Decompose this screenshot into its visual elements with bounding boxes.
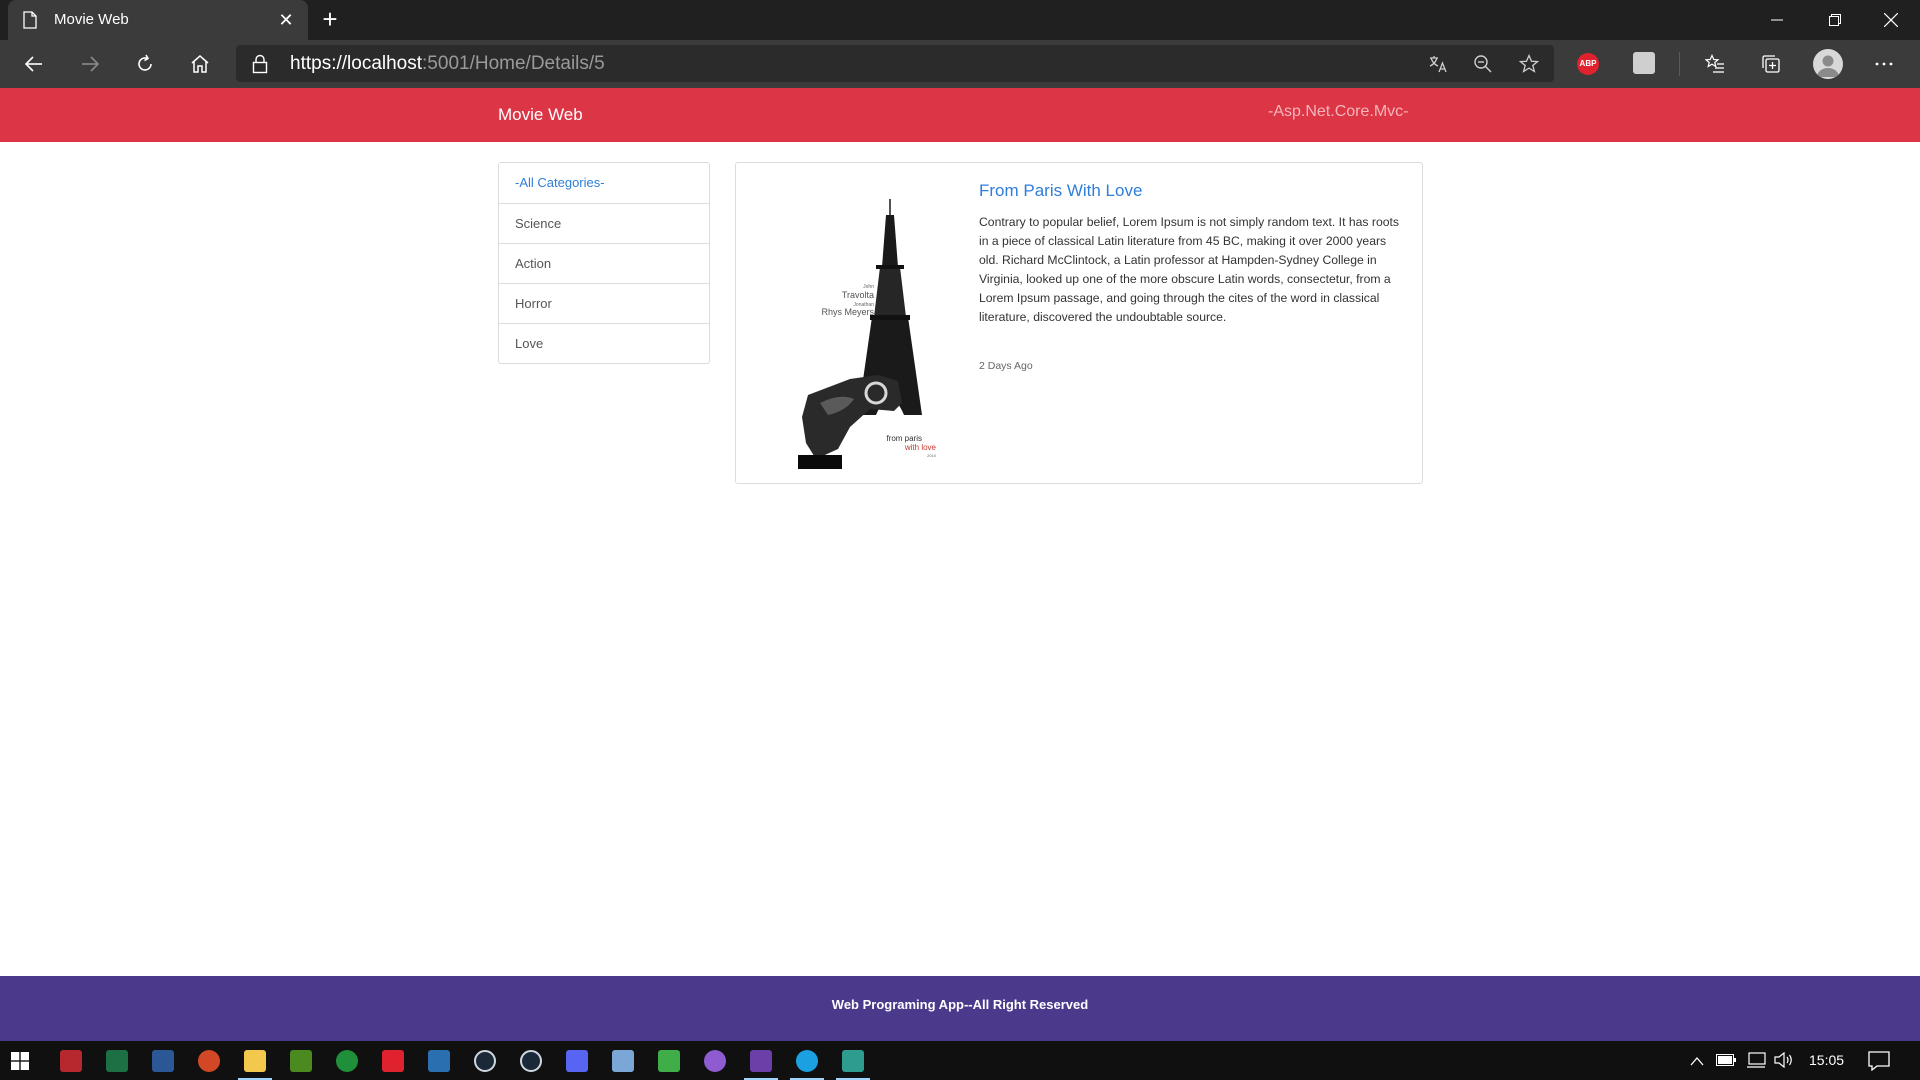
app-icon[interactable] [612,1050,634,1072]
file-explorer-icon[interactable] [238,1050,272,1080]
discord-icon[interactable] [566,1050,588,1072]
favorites-button[interactable] [1697,46,1733,82]
movie-detail-card: John Travolta Jonathan Rhys Meyers from … [735,162,1423,484]
site-footer: Web Programing App--All Right Reserved [0,976,1920,1041]
back-button[interactable] [16,46,52,82]
svg-text:Rhys Meyers: Rhys Meyers [821,307,874,317]
url-text[interactable]: https://localhost:5001/Home/Details/5 [290,53,605,75]
visual-studio-icon[interactable] [744,1050,778,1080]
extension-icon[interactable] [1633,52,1655,74]
navbar-brand[interactable]: Movie Web [498,105,583,125]
taskbar-clock[interactable]: 15:05 [1809,1052,1844,1068]
more-dots-icon [1875,62,1893,66]
app-icon[interactable] [836,1050,870,1080]
notifications-icon[interactable] [1868,1051,1890,1071]
access-icon[interactable] [60,1050,82,1072]
back-arrow-icon [24,56,42,72]
lock-icon [252,54,268,74]
footer-text: Web Programing App--All Right Reserved [831,997,1089,1012]
browser-tab[interactable]: Movie Web ✕ [8,0,308,40]
home-button[interactable] [182,46,218,82]
close-window-button[interactable] [1862,0,1920,40]
app-icon[interactable] [428,1050,450,1072]
refresh-icon [138,54,152,71]
svg-text:with love: with love [904,443,937,452]
movie-description: Contrary to popular belief, Lorem Ipsum … [979,215,1399,324]
razer-icon[interactable] [336,1050,358,1072]
zoom-out-icon [1474,55,1492,73]
minimize-icon [1771,19,1783,21]
toolbar-divider [1679,52,1680,76]
star-icon [1519,54,1539,73]
powerpoint-icon[interactable] [198,1050,220,1072]
site-navbar: Movie Web -Asp.Net.Core.Mvc- [0,88,1920,142]
page-icon [23,11,37,29]
refresh-button[interactable] [127,46,163,82]
network-icon[interactable] [1746,1052,1766,1068]
favorites-list-icon [1705,54,1724,73]
app-icon[interactable] [658,1050,680,1072]
movie-date: 2 Days Ago [979,360,1033,372]
category-list: -All Categories- Science Action Horror L… [498,162,710,364]
category-item-action[interactable]: Action [499,243,709,283]
movie-poster: John Travolta Jonathan Rhys Meyers from … [780,197,948,469]
translate-button[interactable] [1420,46,1456,82]
tab-close-icon[interactable]: ✕ [276,10,296,30]
settings-more-button[interactable] [1866,46,1902,82]
windows-taskbar: 15:05 [0,1041,1920,1080]
edge-icon[interactable] [790,1050,824,1080]
adblock-plus-icon[interactable]: ABP [1577,53,1599,75]
svg-text:2010: 2010 [927,453,937,458]
word-icon[interactable] [152,1050,174,1072]
tab-title: Movie Web [54,11,129,28]
volume-icon[interactable] [1774,1052,1794,1068]
collections-icon [1762,55,1780,73]
zoom-button[interactable] [1465,46,1501,82]
category-item-all[interactable]: -All Categories- [499,163,709,203]
favorite-button[interactable] [1511,46,1547,82]
restore-icon [1829,14,1841,26]
svg-text:Travolta: Travolta [842,290,874,300]
user-icon [1817,55,1839,77]
home-icon [191,55,209,73]
category-item-science[interactable]: Science [499,203,709,243]
navbar-tagline[interactable]: -Asp.Net.Core.Mvc- [1268,103,1408,121]
steam-icon[interactable] [520,1050,542,1072]
forward-arrow-icon [82,56,100,72]
excel-icon[interactable] [106,1050,128,1072]
svg-text:from paris: from paris [886,434,922,443]
category-item-horror[interactable]: Horror [499,283,709,323]
profile-avatar[interactable] [1813,49,1843,79]
windows-start-icon[interactable] [11,1052,29,1070]
close-icon [1884,13,1898,27]
restore-button[interactable] [1806,0,1864,40]
forward-button[interactable] [72,46,108,82]
new-tab-button[interactable]: + [316,6,344,34]
translate-icon [1429,56,1447,73]
app-icon[interactable] [704,1050,726,1072]
lightning-app-icon[interactable] [382,1050,404,1072]
collections-button[interactable] [1753,46,1789,82]
chevron-up-icon[interactable] [1690,1056,1704,1066]
minimize-button[interactable] [1748,0,1806,40]
nvidia-icon[interactable] [290,1050,312,1072]
browser-toolbar: https://localhost:5001/Home/Details/5 AB… [0,40,1920,88]
browser-titlebar: Movie Web ✕ + [0,0,1920,40]
battery-icon[interactable] [1716,1054,1736,1066]
category-item-love[interactable]: Love [499,323,709,363]
steam-icon[interactable] [474,1050,496,1072]
movie-title[interactable]: From Paris With Love [979,181,1142,201]
address-bar[interactable]: https://localhost:5001/Home/Details/5 [236,45,1554,82]
